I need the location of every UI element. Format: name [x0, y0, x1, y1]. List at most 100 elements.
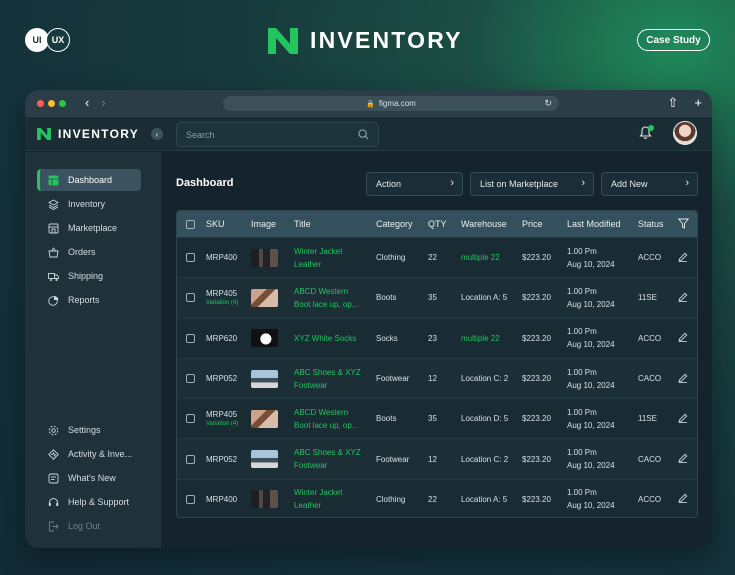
gear-icon: [47, 424, 59, 436]
column-price[interactable]: Price: [518, 219, 563, 229]
title-cell[interactable]: Winter Jacket Leather: [290, 486, 372, 512]
edit-icon[interactable]: [678, 493, 688, 504]
title-cell[interactable]: XYZ White Socks: [290, 332, 372, 345]
warehouse-cell: Location C: 2: [461, 454, 509, 464]
edit-icon[interactable]: [678, 453, 688, 464]
sidebar-item-help[interactable]: Help & Support: [37, 491, 141, 513]
edit-icon[interactable]: [678, 292, 688, 302]
table-row[interactable]: MRP052 ABC Shoes & XYZ Footwear Footwear 12 L…: [177, 438, 697, 478]
sku-cell: MRP405 Variation (4): [202, 289, 247, 306]
product-thumbnail[interactable]: [251, 329, 278, 348]
status-cell: ACCO: [638, 494, 662, 504]
sidebar-item-marketplace[interactable]: Marketplace: [37, 217, 141, 239]
sku-text: MRP400: [206, 253, 238, 263]
edit-icon[interactable]: [678, 413, 688, 423]
price-cell: $223.20: [522, 414, 551, 424]
sidebar-item-activity[interactable]: Activity & Inve...: [37, 443, 141, 465]
title-line-2: Footwear: [294, 380, 328, 390]
search-input[interactable]: Search: [176, 122, 379, 147]
row-checkbox[interactable]: [186, 494, 195, 504]
category-cell: Footwear: [376, 454, 410, 464]
action-dropdown[interactable]: Action ›: [366, 172, 463, 196]
edit-icon[interactable]: [678, 373, 688, 383]
title-cell[interactable]: ABC Shoes & XYZ Footwear: [290, 366, 372, 392]
collapse-sidebar-icon[interactable]: ‹: [151, 128, 163, 140]
product-thumbnail[interactable]: [251, 288, 278, 307]
forward-icon[interactable]: ›: [101, 95, 105, 110]
table-row[interactable]: MRP400 Winter Jacket Leather Clothing 22 Loca…: [177, 478, 697, 517]
edit-icon[interactable]: [678, 332, 688, 343]
column-qty[interactable]: QTY: [424, 219, 457, 229]
app-brand: INVENTORY: [37, 127, 139, 141]
notification-bell-icon[interactable]: [639, 125, 654, 145]
column-category[interactable]: Category: [372, 219, 424, 229]
minimize-dot[interactable]: [48, 100, 55, 107]
row-checkbox[interactable]: [186, 374, 195, 384]
table-row[interactable]: MRP405 Variation (4) ABCD Western Boot lace…: [177, 398, 697, 439]
new-tab-icon[interactable]: +: [694, 95, 702, 111]
title-cell[interactable]: ABC Shoes & XYZ Footwear: [290, 446, 372, 472]
sidebar-item-reports[interactable]: Reports: [37, 289, 141, 311]
image-cell: [247, 248, 290, 267]
row-checkbox[interactable]: [186, 293, 195, 303]
warehouse-cell[interactable]: multiple 22: [457, 253, 518, 262]
user-avatar[interactable]: [673, 121, 697, 145]
address-bar[interactable]: 🔒 figma.com ↻: [223, 96, 559, 111]
modified-date: Aug 10, 2024: [567, 299, 615, 309]
table-row[interactable]: MRP400 Winter Jacket Leather Clothing 22 mult…: [177, 237, 697, 278]
sidebar-item-shipping[interactable]: Shipping: [37, 265, 141, 287]
title-cell[interactable]: ABCD Western Boot lace up, op...: [290, 406, 372, 432]
select-all-checkbox[interactable]: [186, 219, 195, 229]
sku-cell: MRP052: [202, 455, 247, 464]
back-icon[interactable]: ‹: [85, 95, 89, 110]
search-icon[interactable]: [358, 129, 369, 140]
modified-date: Aug 10, 2024: [567, 420, 615, 430]
row-checkbox[interactable]: [186, 253, 195, 263]
category-cell: Clothing: [376, 253, 406, 263]
product-thumbnail[interactable]: [251, 409, 278, 428]
close-dot[interactable]: [37, 100, 44, 107]
reload-icon[interactable]: ↻: [544, 98, 552, 109]
edit-icon[interactable]: [678, 252, 688, 262]
title-line-1: ABCD Western: [294, 407, 349, 417]
table-row[interactable]: MRP052 ABC Shoes & XYZ Footwear Footwear 12 L…: [177, 357, 697, 398]
share-icon[interactable]: ⇧: [668, 95, 679, 111]
maximize-dot[interactable]: [59, 100, 66, 107]
sidebar-item-orders[interactable]: Orders: [37, 241, 141, 263]
url-text: figma.com: [378, 99, 416, 108]
sidebar-item-dashboard[interactable]: Dashboard: [37, 169, 141, 191]
title-cell[interactable]: Winter Jacket Leather: [290, 245, 372, 271]
sidebar-item-whats-new[interactable]: What's New: [37, 467, 141, 489]
sku-cell: MRP405 Variation (4): [202, 410, 247, 427]
variation-link[interactable]: Variation (4): [206, 300, 247, 306]
sidebar-item-settings[interactable]: Settings: [37, 419, 141, 441]
sidebar-item-inventory[interactable]: Inventory: [37, 193, 141, 215]
row-checkbox[interactable]: [186, 333, 195, 343]
column-sku[interactable]: SKU: [202, 219, 247, 229]
warehouse-cell[interactable]: multiple 22: [457, 334, 518, 343]
inventory-table: SKU Image Title Category QTY Warehouse P…: [176, 210, 698, 518]
title-cell[interactable]: ABCD Western Boot lace up, op...: [290, 285, 372, 311]
case-study-button[interactable]: Case Study: [637, 29, 710, 51]
product-thumbnail[interactable]: [251, 248, 278, 267]
sidebar-item-logout[interactable]: Log Out: [37, 515, 141, 537]
column-last-modified[interactable]: Last Modified: [563, 219, 634, 229]
image-cell: [247, 409, 290, 428]
add-new-button[interactable]: Add New ›: [601, 172, 698, 196]
product-thumbnail[interactable]: [251, 369, 278, 388]
column-warehouse[interactable]: Warehouse: [457, 219, 518, 229]
sidebar-item-label: Reports: [68, 295, 100, 305]
table-row[interactable]: MRP405 Variation (4) ABCD Western Boot lace…: [177, 277, 697, 317]
filter-icon[interactable]: [677, 218, 690, 229]
modified-date: Aug 10, 2024: [567, 259, 615, 269]
product-thumbnail[interactable]: [251, 450, 278, 469]
page-title: Dashboard: [176, 177, 234, 189]
variation-link[interactable]: Variation (4): [206, 421, 247, 427]
row-checkbox[interactable]: [186, 454, 195, 464]
row-checkbox[interactable]: [186, 414, 195, 424]
table-row[interactable]: MRP620 XYZ White Socks Socks 23 multiple 22 $…: [177, 317, 697, 358]
product-thumbnail[interactable]: [251, 490, 278, 509]
list-on-marketplace-button[interactable]: List on Marketplace ›: [470, 172, 594, 196]
column-status[interactable]: Status: [634, 219, 674, 229]
column-title[interactable]: Title: [290, 219, 372, 229]
